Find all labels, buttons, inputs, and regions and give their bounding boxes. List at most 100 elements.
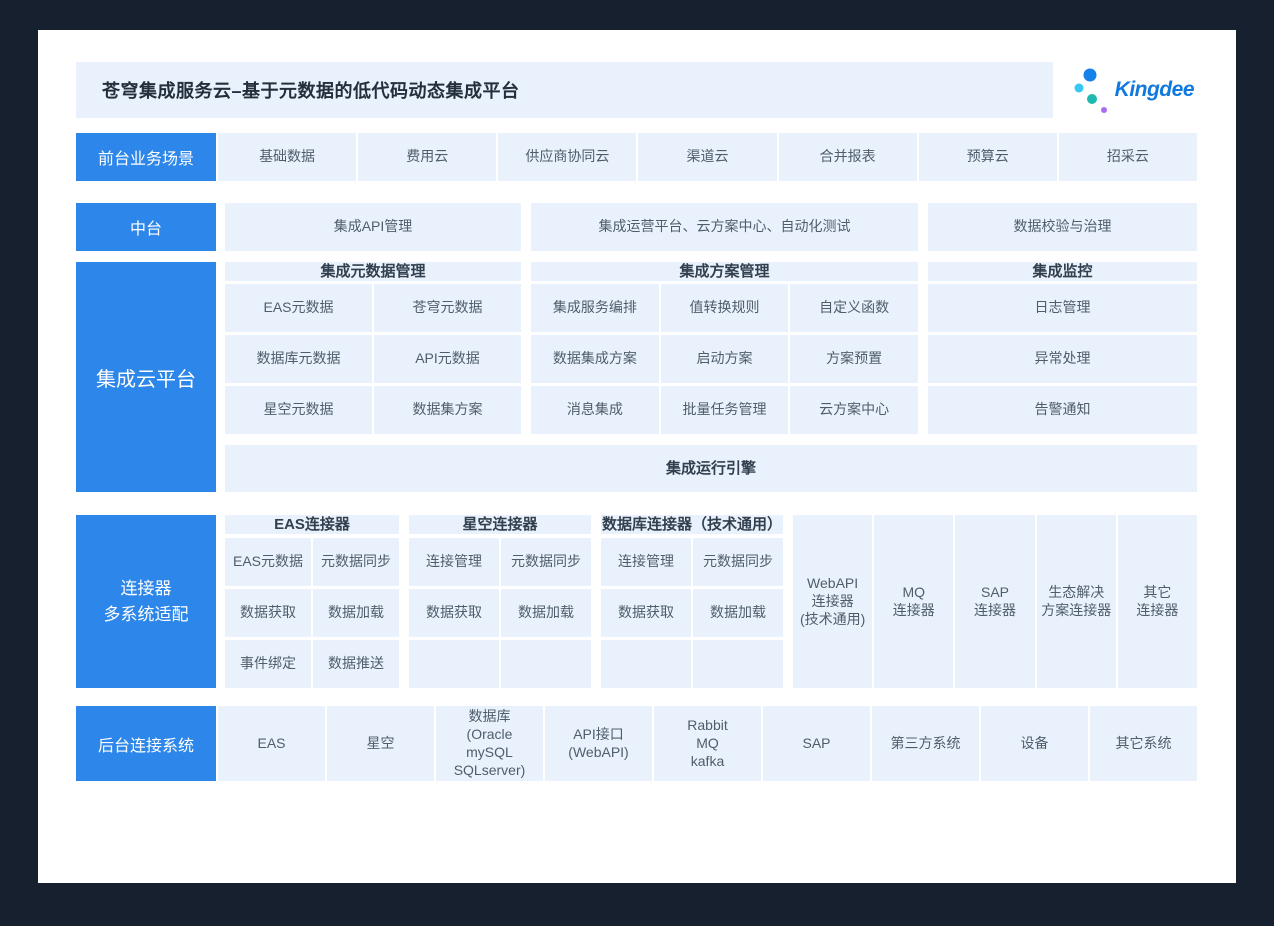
front-business-row: 前台业务场景 基础数据 费用云 供应商协同云 渠道云 合并报表 预算云 招采云	[76, 133, 1197, 181]
cell-galaxy-conn-metadata-sync: 元数据同步	[501, 538, 591, 586]
monitoring-row-2: 异常处理	[928, 335, 1197, 383]
cell-db-conn-empty-2	[693, 640, 783, 688]
header: 苍穹集成服务云–基于元数据的低代码动态集成平台 Kingdee	[76, 62, 1197, 118]
group-header-galaxy-connector: 星空连接器	[409, 515, 591, 534]
integration-platform-body: 集成元数据管理 EAS元数据 苍穹元数据 数据库元数据 API元数据 星空元数据…	[225, 262, 1197, 492]
group-eas-connector: EAS连接器 EAS元数据 元数据同步 数据获取 数据加载 事件绑定 数据推送	[225, 515, 399, 688]
backend-systems-cells: EAS 星空 数据库 (Oracle mySQL SQLserver) API接…	[218, 706, 1197, 781]
cell-sap-connector: SAP 连接器	[955, 515, 1034, 688]
cell-eas-metadata: EAS元数据	[225, 284, 372, 332]
cell-galaxy-conn-empty-2	[501, 640, 591, 688]
cell-db-conn-empty-1	[601, 640, 691, 688]
eas-connector-row-2: 数据获取 数据加载	[225, 589, 399, 637]
cell-eas-conn-metadata-sync: 元数据同步	[313, 538, 399, 586]
cell-mq-connector: MQ 连接器	[874, 515, 953, 688]
title-banner: 苍穹集成服务云–基于元数据的低代码动态集成平台	[76, 62, 1053, 118]
connector-columns: WebAPI 连接器 (技术通用) MQ 连接器 SAP 连接器 生态解决 方案…	[793, 515, 1197, 688]
galaxy-connector-row-2: 数据获取 数据加载	[409, 589, 591, 637]
group-database-connector: 数据库连接器（技术通用） 连接管理 元数据同步 数据获取 数据加载	[601, 515, 783, 688]
front-cell-supplier-collab: 供应商协同云	[498, 133, 636, 181]
cell-message-integration: 消息集成	[531, 386, 659, 434]
scheme-row-1: 集成服务编排 值转换规则 自定义函数	[531, 284, 918, 332]
cell-db-conn-data-load: 数据加载	[693, 589, 783, 637]
cell-webapi-connector: WebAPI 连接器 (技术通用)	[793, 515, 872, 688]
front-cell-channel-cloud: 渠道云	[638, 133, 776, 181]
cell-eas-conn-metadata: EAS元数据	[225, 538, 311, 586]
middle-cell-data-governance: 数据校验与治理	[928, 203, 1197, 251]
connectors-body: EAS连接器 EAS元数据 元数据同步 数据获取 数据加载 事件绑定 数据推送	[225, 515, 1197, 688]
section-label-connectors: 连接器 多系统适配	[76, 515, 216, 688]
db-connector-row-1: 连接管理 元数据同步	[601, 538, 783, 586]
cell-galaxy-conn-data-fetch: 数据获取	[409, 589, 499, 637]
cell-db-conn-metadata-sync: 元数据同步	[693, 538, 783, 586]
middle-platform-cells: 集成API管理 集成运营平台、云方案中心、自动化测试 数据校验与治理	[225, 203, 1197, 251]
cell-cosmic-metadata: 苍穹元数据	[374, 284, 521, 332]
cell-db-metadata: 数据库元数据	[225, 335, 372, 383]
group-header-database-connector: 数据库连接器（技术通用）	[601, 515, 783, 534]
cell-galaxy-conn-empty-1	[409, 640, 499, 688]
galaxy-connector-row-3	[409, 640, 591, 688]
scheme-row-2: 数据集成方案 启动方案 方案预置	[531, 335, 918, 383]
cell-value-conversion: 值转换规则	[661, 284, 789, 332]
integration-runtime-engine: 集成运行引擎	[225, 445, 1197, 492]
cell-galaxy-conn-management: 连接管理	[409, 538, 499, 586]
cell-eco-solution-connector: 生态解决 方案连接器	[1037, 515, 1116, 688]
monitoring-row-3: 告警通知	[928, 386, 1197, 434]
front-cell-consolidated-report: 合并报表	[779, 133, 917, 181]
group-header-monitoring: 集成监控	[928, 262, 1197, 281]
cell-galaxy-metadata: 星空元数据	[225, 386, 372, 434]
cell-eas-conn-data-push: 数据推送	[313, 640, 399, 688]
group-header-metadata: 集成元数据管理	[225, 262, 521, 281]
middle-cell-ops-platform: 集成运营平台、云方案中心、自动化测试	[531, 203, 918, 251]
front-cell-expense-cloud: 费用云	[358, 133, 496, 181]
row-label-backend-systems: 后台连接系统	[76, 706, 216, 781]
content-area: 苍穹集成服务云–基于元数据的低代码动态集成平台 Kingdee 前台业务场景 基…	[76, 30, 1197, 781]
row-label-front-business: 前台业务场景	[76, 133, 216, 181]
kingdee-logo-text: Kingdee	[1115, 78, 1194, 102]
platform-groups: 集成元数据管理 EAS元数据 苍穹元数据 数据库元数据 API元数据 星空元数据…	[225, 262, 1197, 434]
cell-cloud-scheme-center: 云方案中心	[790, 386, 918, 434]
front-cell-basic-data: 基础数据	[218, 133, 356, 181]
backend-cell-rabbitmq-kafka: Rabbit MQ kafka	[654, 706, 761, 781]
backend-cell-api: API接口 (WebAPI)	[545, 706, 652, 781]
cell-db-conn-management: 连接管理	[601, 538, 691, 586]
page-title: 苍穹集成服务云–基于元数据的低代码动态集成平台	[102, 77, 520, 103]
kingdee-logo: Kingdee	[1072, 64, 1194, 116]
scheme-row-3: 消息集成 批量任务管理 云方案中心	[531, 386, 918, 434]
section-label-integration-platform: 集成云平台	[76, 262, 216, 492]
db-connector-row-3	[601, 640, 783, 688]
front-business-cells: 基础数据 费用云 供应商协同云 渠道云 合并报表 预算云 招采云	[218, 133, 1197, 181]
cell-preset-scheme: 方案预置	[790, 335, 918, 383]
cell-api-metadata: API元数据	[374, 335, 521, 383]
group-monitoring: 集成监控 日志管理 异常处理 告警通知	[928, 262, 1197, 434]
front-cell-budget-cloud: 预算云	[919, 133, 1057, 181]
cell-db-conn-data-fetch: 数据获取	[601, 589, 691, 637]
backend-systems-row: 后台连接系统 EAS 星空 数据库 (Oracle mySQL SQLserve…	[76, 706, 1197, 781]
metadata-row-1: EAS元数据 苍穹元数据	[225, 284, 521, 332]
backend-cell-sap: SAP	[763, 706, 870, 781]
integration-platform-section: 集成云平台 集成元数据管理 EAS元数据 苍穹元数据 数据库元数据 API元数据	[76, 262, 1197, 492]
metadata-row-3: 星空元数据 数据集方案	[225, 386, 521, 434]
cell-eas-conn-event-binding: 事件绑定	[225, 640, 311, 688]
backend-cell-eas: EAS	[218, 706, 325, 781]
eas-connector-row-3: 事件绑定 数据推送	[225, 640, 399, 688]
row-label-middle-platform: 中台	[76, 203, 216, 251]
eas-connector-row-1: EAS元数据 元数据同步	[225, 538, 399, 586]
front-cell-procurement-cloud: 招采云	[1059, 133, 1197, 181]
cell-other-connector: 其它 连接器	[1118, 515, 1197, 688]
db-connector-row-2: 数据获取 数据加载	[601, 589, 783, 637]
cell-dataset-scheme: 数据集方案	[374, 386, 521, 434]
cell-service-orchestration: 集成服务编排	[531, 284, 659, 332]
cell-data-integration-scheme: 数据集成方案	[531, 335, 659, 383]
group-scheme-management: 集成方案管理 集成服务编排 值转换规则 自定义函数 数据集成方案 启动方案 方案…	[531, 262, 918, 434]
metadata-row-2: 数据库元数据 API元数据	[225, 335, 521, 383]
monitoring-row-1: 日志管理	[928, 284, 1197, 332]
group-galaxy-connector: 星空连接器 连接管理 元数据同步 数据获取 数据加载	[409, 515, 591, 688]
cell-launch-scheme: 启动方案	[661, 335, 789, 383]
backend-cell-third-party: 第三方系统	[872, 706, 979, 781]
cell-exception-handling: 异常处理	[928, 335, 1197, 383]
backend-cell-other-systems: 其它系统	[1090, 706, 1197, 781]
kingdee-logo-icon	[1072, 65, 1110, 115]
cell-alert-notification: 告警通知	[928, 386, 1197, 434]
group-header-scheme: 集成方案管理	[531, 262, 918, 281]
